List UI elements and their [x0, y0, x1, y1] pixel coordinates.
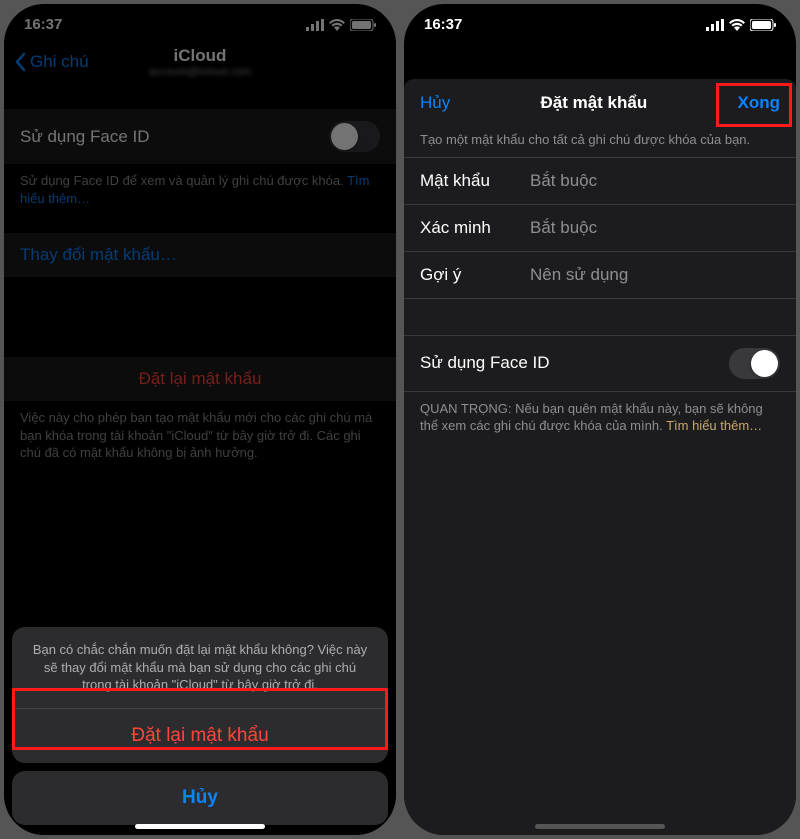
cancel-button[interactable]: Hủy	[420, 93, 450, 113]
faceid-toggle[interactable]	[329, 121, 380, 152]
sheet-reset-button[interactable]: Đặt lại mật khẩu	[12, 708, 388, 763]
action-sheet: Bạn có chắc chắn muốn đặt lại mật khẩu k…	[12, 627, 388, 825]
status-icons	[706, 19, 776, 31]
change-password-button[interactable]: Thay đổi mật khẩu…	[4, 233, 396, 277]
done-button[interactable]: Xong	[737, 93, 780, 113]
nav-title: iCloud	[149, 46, 251, 66]
home-indicator[interactable]	[135, 824, 265, 829]
battery-icon	[750, 19, 776, 31]
password-label: Mật khẩu	[420, 171, 530, 191]
back-button[interactable]: Ghi chú	[14, 52, 89, 72]
status-time: 16:37	[24, 16, 62, 33]
verify-label: Xác minh	[420, 218, 530, 238]
modal-title: Đặt mật khẩu	[540, 93, 647, 113]
form-group: Mật khẩu Xác minh Gợi ý	[404, 157, 796, 299]
modal-header: Hủy Đặt mật khẩu Xong	[404, 79, 796, 123]
reset-password-button[interactable]: Đặt lại mật khẩu	[4, 357, 396, 401]
learn-more-link[interactable]: Tìm hiểu thêm…	[666, 418, 762, 433]
battery-icon	[350, 19, 376, 31]
sheet-message: Bạn có chắc chắn muốn đặt lại mật khẩu k…	[12, 627, 388, 708]
status-bar: 16:37	[404, 4, 796, 39]
home-indicator[interactable]	[535, 824, 665, 829]
faceid-label: Sử dụng Face ID	[20, 127, 150, 147]
password-input[interactable]	[530, 171, 780, 191]
verify-input[interactable]	[530, 218, 780, 238]
password-row[interactable]: Mật khẩu	[404, 158, 796, 204]
hint-row[interactable]: Gợi ý	[404, 251, 796, 298]
nav-header: Ghi chú iCloud account@icloud.com	[4, 39, 396, 83]
nav-subtitle: account@icloud.com	[149, 66, 251, 78]
faceid-footer: Sử dụng Face ID để xem và quản lý ghi ch…	[4, 164, 396, 207]
back-label: Ghi chú	[30, 52, 89, 72]
left-phone: 16:37 Ghi chú iCloud account@icloud.com …	[4, 4, 396, 835]
modal-card: Hủy Đặt mật khẩu Xong Tạo một mật khẩu c…	[404, 79, 796, 835]
chevron-left-icon	[14, 52, 26, 72]
right-phone: 16:37 Hủy Đặt mật khẩu Xong Tạo một mật …	[404, 4, 796, 835]
instruction-text: Tạo một mật khẩu cho tất cả ghi chú được…	[404, 123, 796, 157]
sheet-cancel-button[interactable]: Hủy	[12, 771, 388, 825]
status-icons	[306, 19, 376, 31]
cellular-icon	[306, 19, 324, 31]
wifi-icon	[729, 19, 745, 31]
status-time: 16:37	[424, 16, 462, 33]
faceid-toggle-row[interactable]: Sử dụng Face ID	[4, 109, 396, 164]
hint-label: Gợi ý	[420, 265, 530, 285]
faceid-toggle-row[interactable]: Sử dụng Face ID	[404, 336, 796, 391]
verify-row[interactable]: Xác minh	[404, 204, 796, 251]
hint-input[interactable]	[530, 265, 780, 285]
cellular-icon	[706, 19, 724, 31]
faceid-toggle[interactable]	[729, 348, 780, 379]
wifi-icon	[329, 19, 345, 31]
important-text: QUAN TRỌNG: Nếu bạn quên mật khẩu này, b…	[404, 392, 796, 443]
faceid-label: Sử dụng Face ID	[420, 353, 550, 373]
status-bar: 16:37	[4, 4, 396, 39]
reset-footer: Việc này cho phép bạn tạo mật khẩu mới c…	[4, 401, 396, 462]
